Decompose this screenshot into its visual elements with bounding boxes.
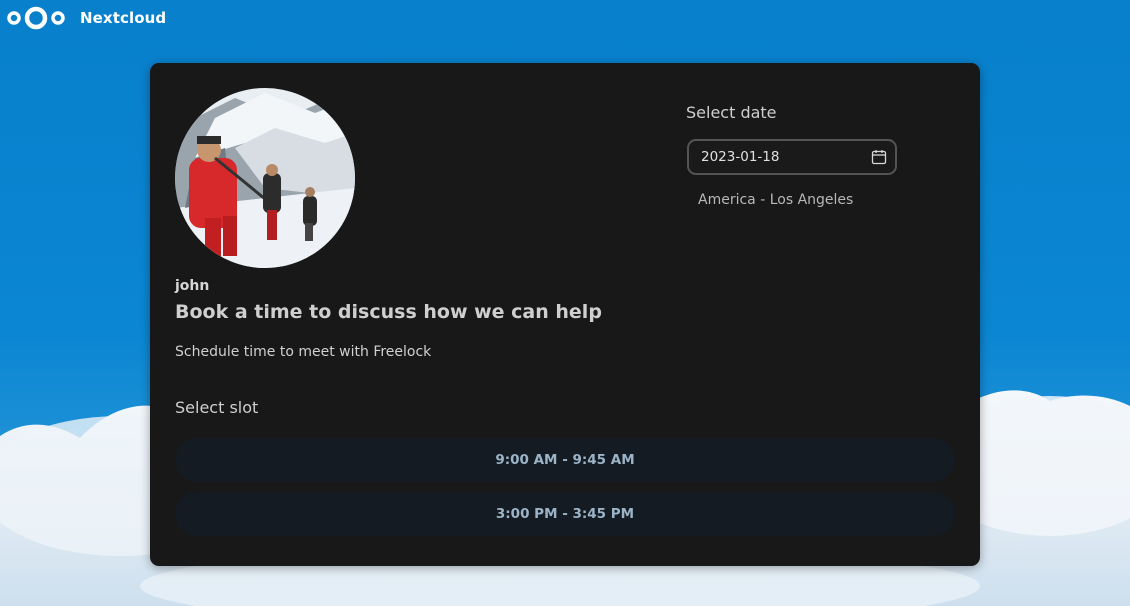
username: john <box>175 278 210 294</box>
booking-title: Book a time to discuss how we can help <box>175 301 602 323</box>
brand-name: Nextcloud <box>80 9 167 27</box>
select-date-label: Select date <box>686 103 777 122</box>
date-input[interactable]: 2023-01-18 <box>687 139 897 175</box>
select-slot-label: Select slot <box>175 398 259 417</box>
slot-button[interactable]: 3:00 PM - 3:45 PM <box>175 492 955 536</box>
booking-description: Schedule time to meet with Freelock <box>175 344 432 360</box>
booking-card: john Book a time to discuss how we can h… <box>150 63 980 566</box>
user-avatar <box>175 88 355 268</box>
top-header: Nextcloud <box>0 0 1130 36</box>
timezone-label[interactable]: America - Los Angeles <box>698 192 853 208</box>
date-value: 2023-01-18 <box>701 149 780 165</box>
avatar-photo <box>175 88 355 268</box>
calendar-icon[interactable] <box>871 149 887 165</box>
slot-button[interactable]: 9:00 AM - 9:45 AM <box>175 438 955 482</box>
nextcloud-logo-icon[interactable] <box>4 5 68 31</box>
